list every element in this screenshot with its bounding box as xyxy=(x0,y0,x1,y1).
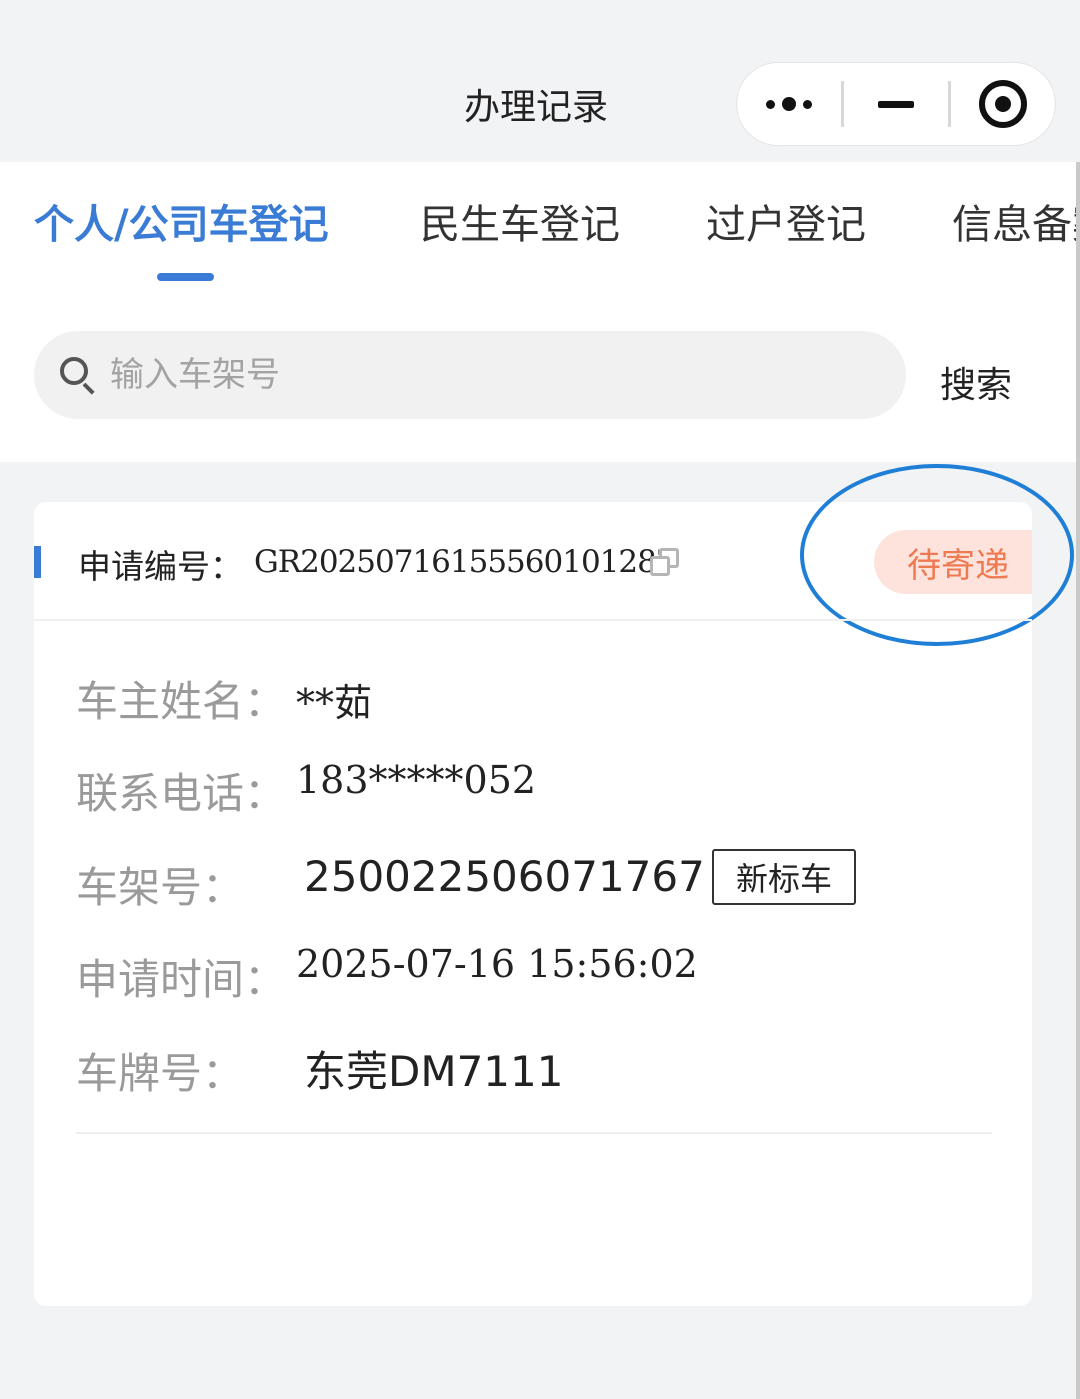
card-accent-bar xyxy=(34,546,41,578)
tab-transfer[interactable]: 过户登记 xyxy=(706,192,866,250)
card-header-divider xyxy=(34,619,1032,621)
vin-label: 车架号： xyxy=(76,863,245,912)
more-dots-icon xyxy=(766,97,812,111)
vin-value: 250022506071767 xyxy=(304,852,705,901)
nav-bar: 办理记录 xyxy=(0,0,1080,162)
plate-value: 东莞DM7111 xyxy=(304,1047,564,1096)
minimize-button[interactable] xyxy=(844,63,948,145)
apply-time-label: 申请时间： xyxy=(76,955,287,1004)
owner-name-value: **茹 xyxy=(296,681,373,725)
tab-info-filing[interactable]: 信息备案 xyxy=(952,192,1076,250)
minimize-icon xyxy=(878,100,914,108)
phone-value: 183*****052 xyxy=(296,758,537,802)
new-plate-tag: 新标车 xyxy=(712,849,856,905)
close-button[interactable] xyxy=(951,63,1055,145)
plate-label: 车牌号： xyxy=(76,1049,245,1098)
application-number-label: 申请编号： xyxy=(78,547,243,586)
search-box xyxy=(34,331,906,419)
owner-name-label: 车主姓名： xyxy=(76,677,287,726)
tab-livelihood[interactable]: 民生车登记 xyxy=(420,192,620,250)
active-tab-indicator xyxy=(157,273,214,281)
card-content-divider xyxy=(76,1132,992,1134)
more-button[interactable] xyxy=(737,63,841,145)
mini-program-capsule xyxy=(736,62,1056,146)
search-button[interactable]: 搜索 xyxy=(940,356,1012,408)
phone-label: 联系电话： xyxy=(76,769,287,818)
search-icon xyxy=(58,355,98,395)
search-input[interactable] xyxy=(110,355,810,395)
target-circle-icon xyxy=(979,80,1027,128)
apply-time-value: 2025-07-16 15:56:02 xyxy=(296,942,698,986)
window-right-edge xyxy=(1076,0,1080,1399)
copy-icon[interactable] xyxy=(650,548,682,580)
application-number: GR20250716155560101287 xyxy=(254,544,676,580)
tab-personal-company[interactable]: 个人/公司车登记 xyxy=(34,192,329,250)
